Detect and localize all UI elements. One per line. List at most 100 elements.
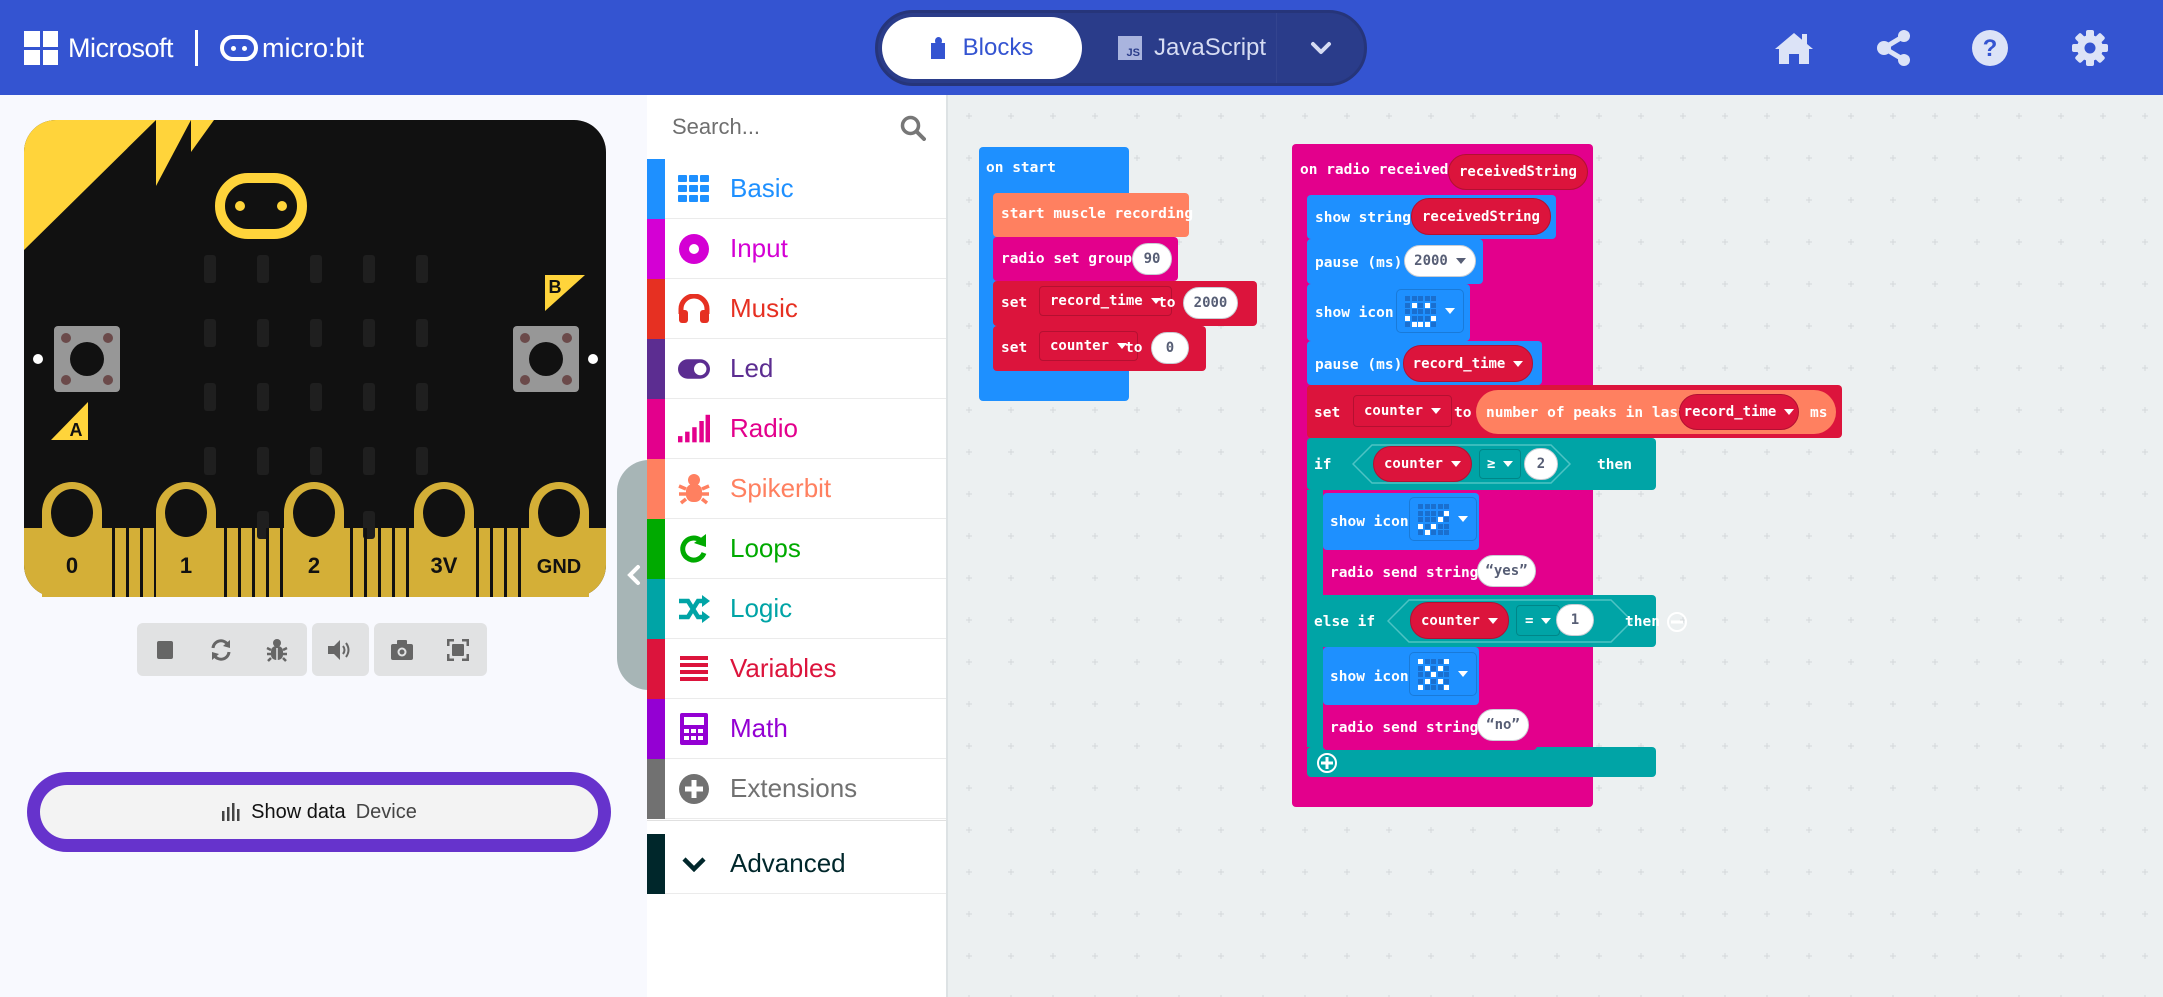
caret-down-icon: [1455, 258, 1466, 264]
fullscreen-button[interactable]: [430, 623, 486, 676]
search-icon[interactable]: [900, 115, 926, 141]
javascript-tab[interactable]: JS JavaScript: [1118, 17, 1266, 79]
blocks-tab-label: Blocks: [962, 34, 1034, 61]
if-operator-dropdown[interactable]: ≥: [1479, 449, 1522, 479]
bug-icon: [678, 473, 710, 505]
pin-2[interactable]: 2: [284, 482, 344, 597]
microbit-label: micro:bit: [262, 32, 365, 63]
icon-pixel: [1411, 315, 1417, 321]
toolbox: Basic Input Music Led Radio Spikerbit Lo…: [647, 95, 948, 997]
stop-button[interactable]: [137, 623, 193, 676]
icon-pixel: [1418, 315, 1423, 321]
brand[interactable]: Microsoft micro:bit: [24, 30, 364, 66]
record-time-value-input[interactable]: 2000: [1183, 287, 1238, 319]
counter-value-input[interactable]: 0: [1151, 332, 1189, 364]
category-music[interactable]: Music: [647, 278, 946, 339]
category-input[interactable]: Input: [647, 218, 946, 279]
on-radio-received-label: on radio received: [1300, 162, 1449, 178]
category-logic[interactable]: Logic: [647, 578, 946, 639]
pin-1[interactable]: 1: [156, 482, 216, 597]
led: [204, 255, 216, 283]
icon-pixel: [1444, 517, 1449, 522]
minus-icon: [1671, 620, 1683, 624]
blocks-workspace[interactable]: on start start muscle recording radio se…: [948, 95, 2163, 997]
settings-button[interactable]: [2069, 27, 2111, 69]
else-if-value-input[interactable]: 1: [1556, 604, 1594, 636]
mute-button[interactable]: [312, 623, 368, 676]
show-string-argument[interactable]: receivedString: [1411, 198, 1551, 235]
button-a[interactable]: [54, 326, 120, 392]
category-variables[interactable]: Variables: [647, 638, 946, 699]
led: [257, 255, 269, 283]
share-button[interactable]: [1873, 27, 1915, 69]
microbit-board[interactable]: A B 0 1 2 3V GND: [24, 120, 606, 597]
icon-pixel: [1431, 672, 1436, 677]
javascript-icon: JS: [1118, 36, 1142, 60]
pause-variable-dropdown[interactable]: record_time: [1403, 345, 1533, 382]
category-loops[interactable]: Loops: [647, 518, 946, 579]
pin-3v[interactable]: 3V: [414, 482, 474, 597]
received-string-param[interactable]: receivedString: [1448, 154, 1588, 190]
category-label: Radio: [730, 413, 798, 443]
led: [416, 383, 428, 411]
category-math[interactable]: Math: [647, 698, 946, 759]
else-if-variable-dropdown[interactable]: counter: [1410, 602, 1509, 639]
pin-gnd[interactable]: GND: [529, 482, 589, 597]
edge-connector-stripe: [364, 528, 367, 597]
icon-pixel: [1444, 672, 1449, 677]
category-basic[interactable]: Basic: [647, 158, 946, 219]
icon-pixel: [1411, 302, 1417, 308]
if-value-input[interactable]: 2: [1524, 448, 1558, 480]
restart-button[interactable]: [193, 623, 249, 676]
blocks-tab[interactable]: Blocks: [882, 17, 1082, 79]
pause-label: pause (ms): [1315, 255, 1403, 271]
send-yes-value[interactable]: “yes”: [1477, 555, 1536, 587]
icon-picker-no[interactable]: [1409, 652, 1477, 696]
counter-variable-dropdown[interactable]: counter: [1353, 395, 1453, 427]
language-dropdown-button[interactable]: [1276, 13, 1364, 83]
pause-duration-value: 2000: [1414, 253, 1448, 269]
group-value-input[interactable]: 90: [1132, 243, 1172, 275]
category-led[interactable]: Led: [647, 338, 946, 399]
peaks-variable-dropdown[interactable]: record_time: [1679, 394, 1799, 430]
string-value: yes: [1493, 563, 1520, 579]
debug-button[interactable]: [249, 623, 305, 676]
help-button[interactable]: ?: [1969, 27, 2011, 69]
chevron-down-icon: [678, 848, 710, 880]
icon-picker-yes[interactable]: [1409, 497, 1477, 541]
category-advanced[interactable]: Advanced: [647, 833, 946, 894]
ms-label: ms: [1810, 405, 1828, 421]
caret-down-icon: [1503, 461, 1514, 467]
counter-variable-dropdown[interactable]: counter: [1039, 331, 1139, 361]
pin-0[interactable]: 0: [42, 482, 102, 597]
icon-pixel: [1418, 322, 1423, 327]
icon-picker-happy[interactable]: [1396, 289, 1464, 333]
led: [310, 319, 322, 347]
category-extensions[interactable]: Extensions: [647, 758, 946, 819]
icon-pixel: [1405, 322, 1410, 327]
icon-pixel: [1424, 309, 1430, 314]
collapse-simulator-button[interactable]: [617, 460, 651, 690]
category-label: Loops: [730, 533, 801, 563]
show-string-label: show string: [1315, 210, 1412, 226]
set-label: set: [1001, 340, 1028, 356]
record-time-variable-dropdown[interactable]: record_time: [1039, 286, 1172, 316]
string-value: no: [1494, 717, 1512, 733]
screenshot-button[interactable]: [374, 623, 430, 676]
led: [310, 255, 322, 283]
icon-pixel: [1418, 685, 1423, 690]
else-if-operator-dropdown[interactable]: =: [1516, 605, 1561, 636]
show-data-button[interactable]: Show data Device: [27, 772, 611, 852]
send-no-value[interactable]: “no”: [1477, 709, 1529, 741]
home-button[interactable]: [1773, 27, 1815, 69]
pause-duration-dropdown[interactable]: 2000: [1404, 245, 1476, 277]
add-else-button[interactable]: [1316, 752, 1338, 774]
led: [363, 383, 375, 411]
input-icon: [678, 233, 710, 265]
search-input[interactable]: [672, 114, 892, 140]
category-radio[interactable]: Radio: [647, 398, 946, 459]
remove-else-if-button[interactable]: [1666, 611, 1688, 633]
if-variable-dropdown[interactable]: counter: [1373, 446, 1472, 482]
category-spikerbit[interactable]: Spikerbit: [647, 458, 946, 519]
button-b[interactable]: [513, 326, 579, 392]
